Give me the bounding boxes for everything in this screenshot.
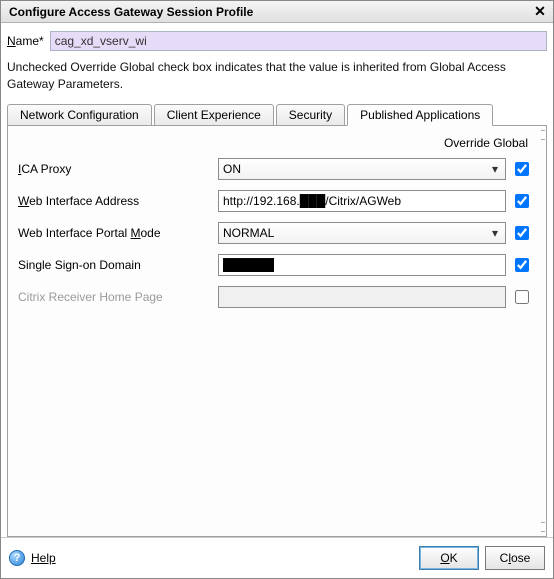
select-ica-proxy[interactable] (218, 158, 506, 180)
override-global-cell (506, 287, 536, 307)
override-global-cell (506, 223, 536, 243)
override-global-checkbox[interactable] (515, 226, 529, 240)
titlebar: Configure Access Gateway Session Profile… (1, 1, 553, 23)
help-area[interactable]: ? Help (9, 550, 413, 566)
tab-panel-published-applications: Override Global ICA Proxy▾Web Interface … (7, 125, 547, 537)
tab-network-configuration[interactable]: Network Configuration (7, 104, 152, 126)
override-global-checkbox[interactable] (515, 162, 529, 176)
tab-published-applications[interactable]: Published Applications (347, 104, 493, 126)
field-label: Web Interface Portal Mode (18, 226, 218, 240)
input-web-interface-address[interactable] (218, 190, 506, 212)
dialog-window: Configure Access Gateway Session Profile… (0, 0, 554, 579)
field-label: Web Interface Address (18, 194, 218, 208)
tab-client-experience[interactable]: Client Experience (154, 104, 274, 126)
field-label: Single Sign-on Domain (18, 258, 218, 272)
override-global-cell (506, 191, 536, 211)
override-global-cell (506, 159, 536, 179)
scrollbar[interactable] (540, 126, 546, 536)
field-control: ▾ (218, 222, 506, 244)
override-global-cell (506, 255, 536, 275)
override-global-checkbox[interactable] (515, 194, 529, 208)
close-icon[interactable]: ✕ (531, 4, 549, 20)
field-control: ▾ (218, 158, 506, 180)
input-single-sign-on-domain[interactable] (218, 254, 506, 276)
name-label: Name* (7, 34, 44, 48)
tab-security[interactable]: Security (276, 104, 345, 126)
help-link[interactable]: Help (31, 551, 56, 565)
field-control (218, 286, 506, 308)
name-input[interactable] (50, 31, 547, 51)
override-global-checkbox[interactable] (515, 258, 529, 272)
dialog-title: Configure Access Gateway Session Profile (9, 5, 531, 19)
tabstrip: Network ConfigurationClient ExperienceSe… (1, 103, 553, 125)
field-control (218, 190, 506, 212)
field-label: Citrix Receiver Home Page (18, 290, 218, 304)
field-control (218, 254, 506, 276)
select-web-interface-portal-mode[interactable] (218, 222, 506, 244)
name-row: Name* (1, 23, 553, 55)
override-global-checkbox[interactable] (515, 290, 529, 304)
input-citrix-receiver-home-page (218, 286, 506, 308)
ok-button[interactable]: OK (419, 546, 479, 570)
override-global-header: Override Global (18, 136, 536, 158)
footer: ? Help OK Close (1, 537, 553, 578)
help-icon: ? (9, 550, 25, 566)
close-button[interactable]: Close (485, 546, 545, 570)
info-text: Unchecked Override Global check box indi… (1, 55, 553, 103)
field-label: ICA Proxy (18, 162, 218, 176)
